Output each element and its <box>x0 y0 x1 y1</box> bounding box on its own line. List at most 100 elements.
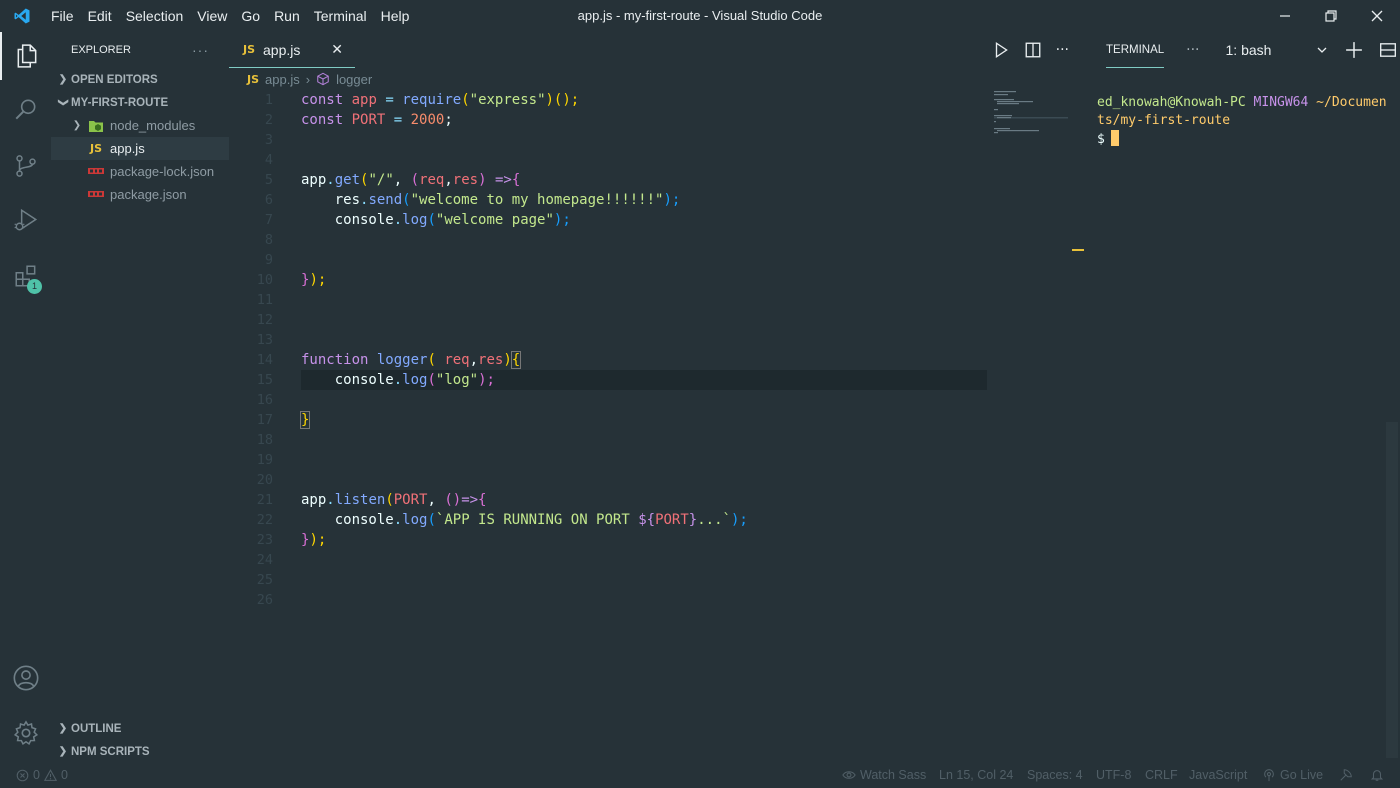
tab-app-js[interactable]: JS app.js ✕ <box>229 32 355 68</box>
feedback-icon[interactable] <box>1339 768 1353 782</box>
watch-sass-button[interactable]: Watch Sass <box>842 768 926 782</box>
explorer-more-button[interactable]: ··· <box>192 42 209 58</box>
line-number: 12 <box>256 312 273 328</box>
warning-count: 0 <box>60 768 68 782</box>
tree-item-app-js[interactable]: JS app.js <box>51 137 229 160</box>
line-number: 20 <box>256 472 273 488</box>
chevron-down-icon <box>1317 47 1326 53</box>
js-file-icon: JS <box>89 142 102 155</box>
explorer-sidebar: EXPLORER ··· ❯ OPEN EDITORS ❯ MY-FIRST-R… <box>51 32 229 762</box>
line-ending[interactable]: CRLF <box>1145 768 1178 782</box>
search-button[interactable] <box>0 86 51 134</box>
terminal-selector[interactable]: 1: bash <box>1219 38 1334 62</box>
menu-go[interactable]: Go <box>234 0 267 32</box>
go-live-label: Go Live <box>1280 768 1324 782</box>
line-number: 16 <box>256 392 273 408</box>
line-number: 9 <box>264 252 273 268</box>
npm-scripts-section[interactable]: ❯ NPM SCRIPTS <box>51 740 229 763</box>
line-number: 2 <box>264 112 273 128</box>
npm-icon <box>85 190 107 199</box>
outline-section[interactable]: ❯ OUTLINE <box>51 717 229 740</box>
restore-button[interactable] <box>1308 0 1354 32</box>
close-window-button[interactable] <box>1354 0 1400 32</box>
tree-item-label: app.js <box>110 141 145 156</box>
js-file-icon: JS <box>243 43 256 56</box>
tree-item-package-lock[interactable]: package-lock.json <box>51 160 229 183</box>
menu-file[interactable]: File <box>44 0 81 32</box>
go-live-button[interactable]: Go Live <box>1262 768 1323 782</box>
warning-icon <box>43 768 57 781</box>
line-number: 22 <box>256 512 273 528</box>
breadcrumb-separator-icon: › <box>305 71 311 87</box>
problems-indicator[interactable]: 0 0 <box>16 768 68 782</box>
run-debug-icon <box>14 208 37 231</box>
code-editor[interactable]: 1 const app = require("express")(); 2 cons… <box>229 90 1087 610</box>
terminal-prompt-line: $ <box>1097 130 1395 149</box>
breadcrumb: JS app.js › logger <box>229 68 1087 90</box>
menu-terminal[interactable]: Terminal <box>307 0 374 32</box>
menu-edit[interactable]: Edit <box>81 0 119 32</box>
manage-button[interactable] <box>0 709 51 757</box>
explorer-button[interactable] <box>0 32 51 80</box>
accounts-button[interactable] <box>0 654 51 702</box>
line-number: 18 <box>256 432 273 448</box>
bell-icon[interactable] <box>1370 768 1384 782</box>
line-number: 15 <box>256 372 273 388</box>
menu-bar: File Edit Selection View Go Run Terminal… <box>44 0 416 32</box>
cursor-position[interactable]: Ln 15, Col 24 <box>939 768 1013 782</box>
explorer-title: EXPLORER <box>71 44 131 56</box>
breadcrumb-symbol[interactable]: logger <box>336 72 372 87</box>
panel-layout-icon[interactable] <box>1379 41 1397 59</box>
menu-selection[interactable]: Selection <box>119 0 191 32</box>
chevron-right-icon: ❯ <box>72 120 82 131</box>
tree-item-package-json[interactable]: package.json <box>51 183 229 206</box>
tab-close-button[interactable]: ✕ <box>331 41 343 58</box>
tree-item-node-modules[interactable]: ❯ node_modules <box>51 114 229 137</box>
breadcrumb-file[interactable]: app.js <box>265 72 300 87</box>
restore-icon <box>1325 10 1337 22</box>
source-control-button[interactable] <box>0 142 51 190</box>
chevron-right-icon: ❯ <box>58 74 68 85</box>
terminal-scrollbar[interactable] <box>1386 422 1398 758</box>
new-terminal-icon[interactable] <box>1345 41 1363 59</box>
terminal-output[interactable]: ed_knowah@Knowah-PC MINGW64 ~/Documen ts… <box>1097 94 1395 149</box>
tree-item-label: package.json <box>110 187 187 202</box>
line-number: 21 <box>256 492 273 508</box>
code-line: 1 const app = require("express")(); <box>229 90 1087 110</box>
terminal-cursor <box>1110 130 1119 146</box>
editor-more-button[interactable]: ··· <box>1056 42 1069 58</box>
error-icon <box>16 769 29 781</box>
terminal-header: TERMINAL ··· 1: bash <box>1087 32 1400 68</box>
code-line: 16 <box>229 390 1087 410</box>
indentation[interactable]: Spaces: 4 <box>1027 768 1083 782</box>
code-line: 26 <box>229 590 1087 610</box>
menu-view[interactable]: View <box>190 0 234 32</box>
code-line: 19 <box>229 450 1087 470</box>
code-line: 20 <box>229 470 1087 490</box>
language-mode[interactable]: JavaScript <box>1189 768 1247 782</box>
menu-help[interactable]: Help <box>374 0 417 32</box>
line-number: 6 <box>264 192 273 208</box>
tab-terminal[interactable]: TERMINAL <box>1106 32 1165 68</box>
minimap[interactable] <box>994 90 1074 150</box>
line-number: 3 <box>264 132 273 148</box>
split-editor-icon[interactable] <box>1024 41 1042 59</box>
overview-ruler-mark <box>1072 249 1084 251</box>
files-icon <box>17 44 36 68</box>
line-number: 11 <box>256 292 273 308</box>
minimize-button[interactable] <box>1262 0 1308 32</box>
run-debug-button[interactable] <box>0 196 51 244</box>
npm-icon <box>85 167 107 176</box>
open-editors-section[interactable]: ❯ OPEN EDITORS <box>51 68 229 91</box>
menu-run[interactable]: Run <box>267 0 307 32</box>
code-line: 24 <box>229 550 1087 570</box>
search-icon <box>15 99 35 120</box>
run-file-icon[interactable] <box>992 41 1010 59</box>
encoding[interactable]: UTF-8 <box>1096 768 1131 782</box>
project-section[interactable]: ❯ MY-FIRST-ROUTE <box>51 91 229 114</box>
terminal-more-button[interactable]: ··· <box>1186 42 1199 58</box>
code-line: 13 <box>229 330 1087 350</box>
line-number: 5 <box>264 172 273 188</box>
vscode-logo-icon <box>0 0 44 32</box>
extensions-button[interactable]: 1 <box>0 252 51 300</box>
